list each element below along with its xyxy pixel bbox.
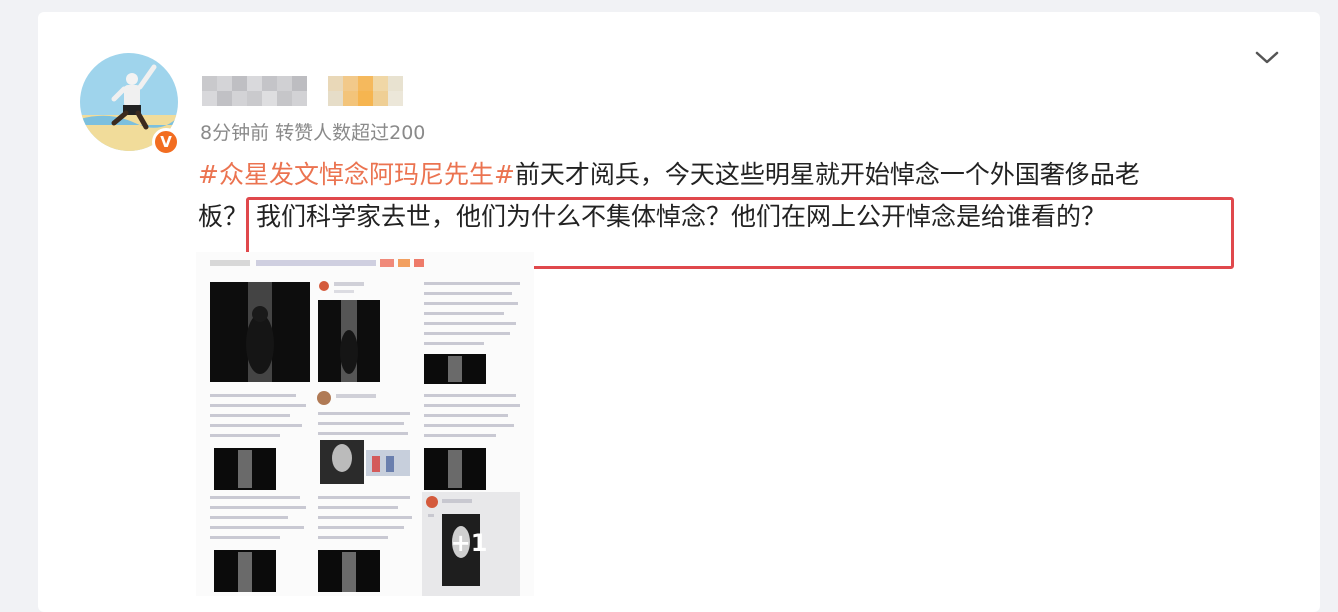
topic-link[interactable]: #众星发文悼念阿玛尼先生# [198,160,515,189]
username-mosaic[interactable] [202,76,307,106]
more-images-count[interactable]: +1 [444,518,494,568]
verified-badge-icon: V [152,128,180,156]
post-text-part2-prefix: 板？ [198,202,249,231]
username-badge-mosaic [328,76,403,106]
post-meta: 8分钟前 转赞人数超过200 [200,122,426,144]
post-text-part1: 前天才阅兵，今天这些明星就开始悼念一个外国奢侈品老 [514,160,1140,189]
chevron-down-icon[interactable] [1254,46,1280,68]
